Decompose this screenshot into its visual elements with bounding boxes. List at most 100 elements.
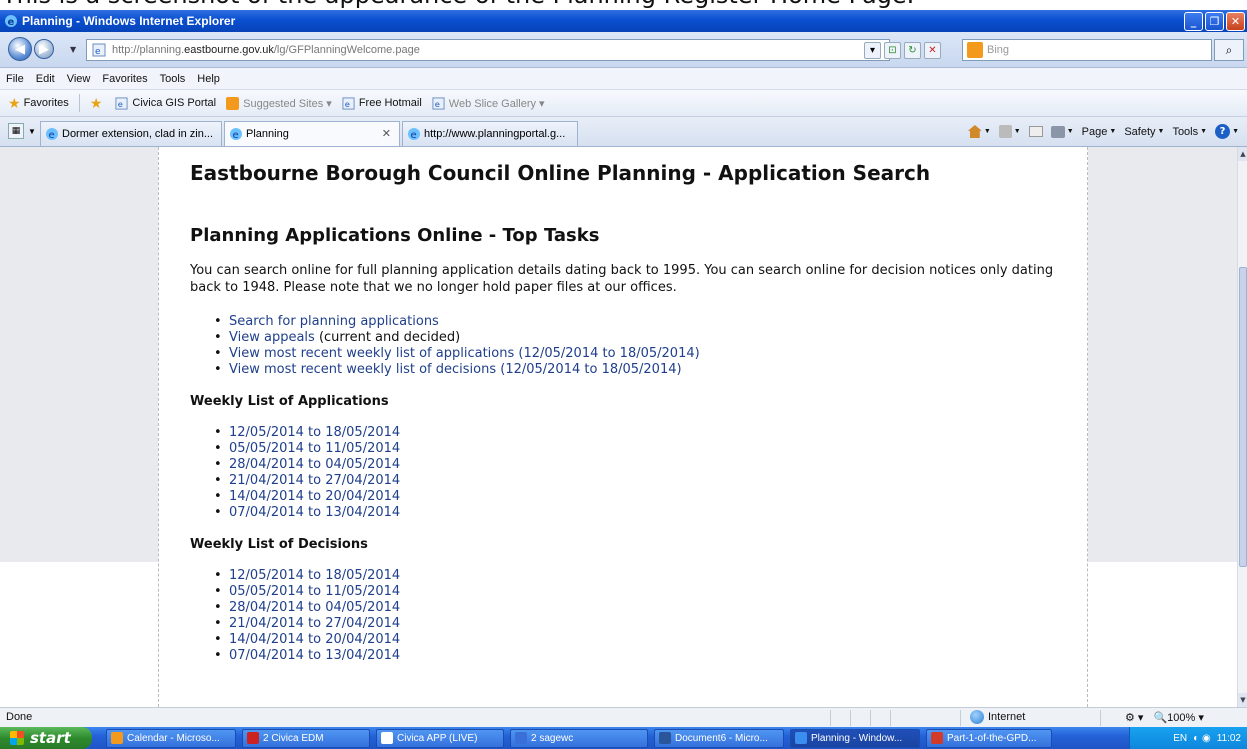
favorites-button[interactable]: ★ Favorites bbox=[8, 95, 69, 112]
taskbar-item-calendar[interactable]: Calendar - Microso... bbox=[106, 728, 236, 748]
home-icon bbox=[967, 125, 982, 138]
favorite-civica-gis[interactable]: e Civica GIS Portal bbox=[115, 96, 216, 110]
svg-text:e: e bbox=[118, 99, 123, 109]
zoom-level[interactable]: 🔍100% ▾ bbox=[1153, 711, 1203, 724]
maximize-button[interactable]: ❐ bbox=[1205, 12, 1224, 31]
globe-icon bbox=[970, 710, 984, 724]
language-indicator[interactable]: EN bbox=[1173, 733, 1187, 744]
taskbar-item-sagewc[interactable]: 2 sagewc bbox=[510, 728, 648, 748]
decision-week-link[interactable]: 12/05/2014 to 18/05/2014 bbox=[229, 568, 400, 583]
favorite-free-hotmail[interactable]: e Free Hotmail bbox=[342, 96, 422, 110]
page-icon: e bbox=[432, 96, 445, 110]
menu-help[interactable]: Help bbox=[197, 73, 220, 85]
decision-week-link[interactable]: 14/04/2014 to 20/04/2014 bbox=[229, 632, 400, 647]
read-mail-button[interactable] bbox=[1028, 126, 1043, 137]
application-week-link[interactable]: 07/04/2014 to 13/04/2014 bbox=[229, 505, 400, 520]
history-dropdown-icon[interactable]: ▼ bbox=[70, 45, 76, 54]
add-favorite-icon[interactable]: ★ bbox=[90, 95, 106, 112]
list-item: 07/04/2014 to 13/04/2014 bbox=[214, 648, 1070, 664]
decision-week-link[interactable]: 28/04/2014 to 04/05/2014 bbox=[229, 600, 400, 615]
caption-text: This is a screenshot of the appearance o… bbox=[2, 0, 1242, 10]
decision-week-link[interactable]: 07/04/2014 to 13/04/2014 bbox=[229, 648, 400, 663]
menu-edit[interactable]: Edit bbox=[36, 73, 55, 85]
view-appeals-link[interactable]: View appeals bbox=[229, 330, 315, 345]
taskbar-item-part1-gpd[interactable]: Part-1-of-the-GPD... bbox=[926, 728, 1052, 748]
back-button[interactable]: ◀ bbox=[8, 37, 32, 61]
start-button[interactable]: start bbox=[0, 727, 92, 749]
window-title: Planning - Windows Internet Explorer bbox=[22, 14, 236, 28]
taskbar-item-civica-app[interactable]: Civica APP (LIVE) bbox=[376, 728, 504, 748]
minimize-button[interactable]: _ bbox=[1184, 12, 1203, 31]
rss-icon bbox=[998, 125, 1012, 138]
window-titlebar: e Planning - Windows Internet Explorer _… bbox=[0, 10, 1247, 32]
home-button[interactable]: ▼ bbox=[967, 125, 991, 138]
system-tray: EN ◐ ◉ 11:02 bbox=[1129, 727, 1247, 749]
close-button[interactable]: ✕ bbox=[1226, 12, 1245, 31]
favorites-bar: ★ Favorites ★ e Civica GIS Portal Suggeste… bbox=[0, 90, 1247, 117]
print-button[interactable]: ▼ bbox=[1050, 125, 1074, 138]
stop-icon[interactable]: ✕ bbox=[924, 42, 941, 59]
favorite-suggested-sites[interactable]: Suggested Sites ▾ bbox=[226, 96, 332, 110]
recent-applications-link[interactable]: View most recent weekly list of applicat… bbox=[229, 346, 700, 361]
print-icon bbox=[1050, 125, 1065, 138]
search-applications-link[interactable]: Search for planning applications bbox=[229, 314, 439, 329]
scroll-down-icon[interactable]: ▼ bbox=[1238, 693, 1247, 707]
menu-file[interactable]: File bbox=[6, 73, 24, 85]
vertical-scrollbar[interactable]: ▲ ▼ bbox=[1237, 147, 1247, 707]
application-week-link[interactable]: 05/05/2014 to 11/05/2014 bbox=[229, 441, 400, 456]
star-icon: ★ bbox=[8, 94, 21, 111]
page-icon: e bbox=[115, 96, 128, 110]
svg-text:e: e bbox=[233, 130, 239, 141]
close-tab-icon[interactable]: ✕ bbox=[382, 127, 391, 140]
taskbar-item-planning[interactable]: Planning - Window... bbox=[790, 728, 920, 748]
compatibility-icon[interactable]: ⊡ bbox=[884, 42, 901, 59]
tab-planning-portal[interactable]: e http://www.planningportal.g... bbox=[402, 121, 578, 146]
decisions-heading: Weekly List of Decisions bbox=[190, 537, 368, 552]
application-week-link[interactable]: 12/05/2014 to 18/05/2014 bbox=[229, 425, 400, 440]
taskbar-item-civica-edm[interactable]: 2 Civica EDM bbox=[242, 728, 370, 748]
favorite-web-slice-gallery[interactable]: e Web Slice Gallery ▾ bbox=[432, 96, 545, 110]
tab-dormer-extension[interactable]: e Dormer extension, clad in zin... bbox=[40, 121, 222, 146]
decision-week-link[interactable]: 05/05/2014 to 11/05/2014 bbox=[229, 584, 400, 599]
forward-button[interactable]: ▶ bbox=[34, 39, 54, 59]
menu-view[interactable]: View bbox=[67, 73, 91, 85]
page-container: Eastbourne Borough Council Online Planni… bbox=[158, 147, 1088, 707]
feeds-button[interactable]: ▼ bbox=[998, 125, 1021, 138]
help-menu[interactable]: ? ▼ bbox=[1215, 124, 1239, 139]
scroll-thumb[interactable] bbox=[1239, 267, 1247, 567]
status-bar: Done Internet ⚙ ▾ 🔍100% ▾ bbox=[0, 707, 1247, 727]
application-week-link[interactable]: 28/04/2014 to 04/05/2014 bbox=[229, 457, 400, 472]
dropdown-icon[interactable]: ▾ bbox=[864, 42, 881, 59]
page-menu[interactable]: Page ▼ bbox=[1082, 126, 1117, 138]
application-week-link[interactable]: 21/04/2014 to 27/04/2014 bbox=[229, 473, 400, 488]
taskbar: start Calendar - Microso... 2 Civica EDM… bbox=[0, 727, 1247, 749]
list-item: 05/05/2014 to 11/05/2014 bbox=[214, 584, 1070, 600]
address-bar[interactable]: e http://planning.eastbourne.gov.uk/lg/G… bbox=[86, 39, 890, 61]
tab-planning[interactable]: e Planning ✕ bbox=[224, 121, 400, 146]
search-button[interactable]: ⌕ bbox=[1214, 39, 1244, 61]
tray-icons[interactable]: ◐ ◉ bbox=[1193, 733, 1211, 744]
tab-bar: ▦ ▼ e Dormer extension, clad in zin... e… bbox=[0, 117, 1247, 147]
menu-bar: File Edit View Favorites Tools Help bbox=[0, 68, 1247, 90]
tools-menu[interactable]: Tools ▼ bbox=[1172, 126, 1207, 138]
quick-tabs-icon[interactable]: ▦ bbox=[8, 123, 24, 139]
command-bar: ▼ ▼ ▼ Page ▼ Safety ▼ Tools ▼ ? ▼ bbox=[967, 124, 1239, 139]
refresh-icon[interactable]: ↻ bbox=[904, 42, 921, 59]
clock[interactable]: 11:02 bbox=[1217, 733, 1241, 744]
decision-week-link[interactable]: 21/04/2014 to 27/04/2014 bbox=[229, 616, 400, 631]
recent-decisions-link[interactable]: View most recent weekly list of decision… bbox=[229, 362, 682, 377]
protected-mode-icon[interactable]: ⚙ ▾ bbox=[1125, 711, 1143, 724]
menu-favorites[interactable]: Favorites bbox=[102, 73, 147, 85]
security-zone[interactable]: Internet bbox=[970, 710, 1025, 724]
tab-list-dropdown-icon[interactable]: ▼ bbox=[28, 127, 36, 136]
application-week-link[interactable]: 14/04/2014 to 20/04/2014 bbox=[229, 489, 400, 504]
applications-heading: Weekly List of Applications bbox=[190, 394, 389, 409]
intro-paragraph: You can search online for full planning … bbox=[190, 263, 1054, 295]
menu-tools[interactable]: Tools bbox=[160, 73, 186, 85]
svg-text:e: e bbox=[411, 130, 417, 141]
bing-icon bbox=[967, 42, 983, 58]
search-input[interactable]: Bing bbox=[962, 39, 1212, 61]
safety-menu[interactable]: Safety ▼ bbox=[1124, 126, 1164, 138]
taskbar-item-document6[interactable]: Document6 - Micro... bbox=[654, 728, 784, 748]
scroll-up-icon[interactable]: ▲ bbox=[1238, 147, 1247, 161]
